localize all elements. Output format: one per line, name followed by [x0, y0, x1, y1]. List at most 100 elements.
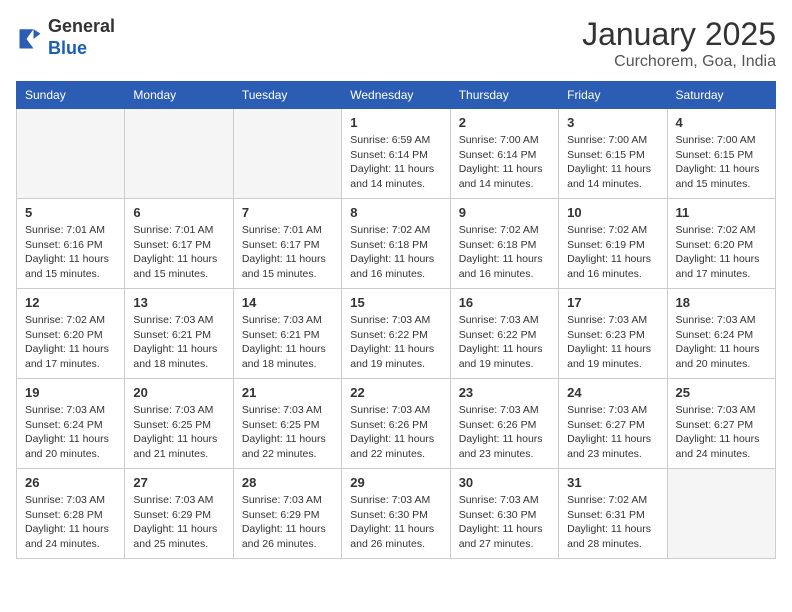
day-cell [667, 469, 775, 559]
day-info: Sunrise: 7:00 AMSunset: 6:14 PMDaylight:… [459, 133, 550, 192]
day-info: Sunrise: 7:03 AMSunset: 6:25 PMDaylight:… [242, 403, 333, 462]
day-cell: 19Sunrise: 7:03 AMSunset: 6:24 PMDayligh… [17, 379, 125, 469]
day-cell: 22 Sunrise: 7:03 AMSunset: 6:26 PMDayligh… [342, 379, 450, 469]
day-cell: 8 Sunrise: 7:02 AMSunset: 6:18 PMDaylight… [342, 199, 450, 289]
day-cell: 11Sunrise: 7:02 AMSunset: 6:20 PMDayligh… [667, 199, 775, 289]
header-row: SundayMondayTuesdayWednesdayThursdayFrid… [17, 82, 776, 109]
day-cell [125, 109, 233, 199]
day-cell: 30Sunrise: 7:03 AMSunset: 6:30 PMDayligh… [450, 469, 558, 559]
day-info: Sunrise: 7:03 AMSunset: 6:25 PMDaylight:… [133, 403, 224, 462]
day-cell: 1 Sunrise: 6:59 AMSunset: 6:14 PMDaylight… [342, 109, 450, 199]
day-info: Sunrise: 7:03 AMSunset: 6:26 PMDaylight:… [459, 403, 550, 462]
day-number: 20 [133, 385, 224, 400]
day-cell: 18 Sunrise: 7:03 AMSunset: 6:24 PMDayligh… [667, 289, 775, 379]
week-row: 5 Sunrise: 7:01 AMSunset: 6:16 PMDaylight… [17, 199, 776, 289]
day-info: Sunrise: 7:03 AMSunset: 6:22 PMDaylight:… [350, 313, 441, 372]
day-info: Sunrise: 7:00 AMSunset: 6:15 PMDaylight:… [567, 133, 658, 192]
header-day: Monday [125, 82, 233, 109]
day-info: Sunrise: 7:01 AMSunset: 6:17 PMDaylight:… [242, 223, 333, 282]
calendar-title: January 2025 [582, 16, 776, 53]
day-cell [233, 109, 341, 199]
logo-general-text: General [48, 16, 115, 38]
day-number: 3 [567, 115, 658, 130]
day-number: 29 [350, 475, 441, 490]
header-day: Saturday [667, 82, 775, 109]
week-row: 12Sunrise: 7:02 AMSunset: 6:20 PMDayligh… [17, 289, 776, 379]
day-cell: 7 Sunrise: 7:01 AMSunset: 6:17 PMDaylight… [233, 199, 341, 289]
day-cell: 15 Sunrise: 7:03 AMSunset: 6:22 PMDayligh… [342, 289, 450, 379]
header-day: Friday [559, 82, 667, 109]
day-number: 14 [242, 295, 333, 310]
day-cell: 16 Sunrise: 7:03 AMSunset: 6:22 PMDayligh… [450, 289, 558, 379]
day-cell [17, 109, 125, 199]
day-cell: 24 Sunrise: 7:03 AMSunset: 6:27 PMDayligh… [559, 379, 667, 469]
day-number: 13 [133, 295, 224, 310]
day-cell: 4Sunrise: 7:00 AMSunset: 6:15 PMDaylight… [667, 109, 775, 199]
day-number: 25 [676, 385, 767, 400]
day-number: 5 [25, 205, 116, 220]
day-number: 2 [459, 115, 550, 130]
day-number: 28 [242, 475, 333, 490]
day-number: 10 [567, 205, 658, 220]
week-row: 26 Sunrise: 7:03 AMSunset: 6:28 PMDayligh… [17, 469, 776, 559]
calendar-table: SundayMondayTuesdayWednesdayThursdayFrid… [16, 81, 776, 559]
day-cell: 5 Sunrise: 7:01 AMSunset: 6:16 PMDaylight… [17, 199, 125, 289]
day-number: 15 [350, 295, 441, 310]
day-number: 6 [133, 205, 224, 220]
day-info: Sunrise: 7:01 AMSunset: 6:17 PMDaylight:… [133, 223, 224, 282]
day-info: Sunrise: 6:59 AMSunset: 6:14 PMDaylight:… [350, 133, 441, 192]
day-number: 26 [25, 475, 116, 490]
title-block: January 2025 Curchorem, Goa, India [582, 16, 776, 71]
day-number: 8 [350, 205, 441, 220]
day-info: Sunrise: 7:02 AMSunset: 6:18 PMDaylight:… [459, 223, 550, 282]
day-number: 16 [459, 295, 550, 310]
day-info: Sunrise: 7:02 AMSunset: 6:31 PMDaylight:… [567, 493, 658, 552]
day-number: 1 [350, 115, 441, 130]
day-info: Sunrise: 7:03 AMSunset: 6:22 PMDaylight:… [459, 313, 550, 372]
day-number: 27 [133, 475, 224, 490]
day-cell: 26 Sunrise: 7:03 AMSunset: 6:28 PMDayligh… [17, 469, 125, 559]
day-number: 4 [676, 115, 767, 130]
day-info: Sunrise: 7:01 AMSunset: 6:16 PMDaylight:… [25, 223, 116, 282]
page-header: General Blue January 2025 Curchorem, Goa… [16, 16, 776, 71]
day-cell: 3 Sunrise: 7:00 AMSunset: 6:15 PMDaylight… [559, 109, 667, 199]
week-row: 1 Sunrise: 6:59 AMSunset: 6:14 PMDaylight… [17, 109, 776, 199]
day-cell: 17Sunrise: 7:03 AMSunset: 6:23 PMDayligh… [559, 289, 667, 379]
week-row: 19Sunrise: 7:03 AMSunset: 6:24 PMDayligh… [17, 379, 776, 469]
day-number: 12 [25, 295, 116, 310]
header-day: Thursday [450, 82, 558, 109]
day-cell: 20 Sunrise: 7:03 AMSunset: 6:25 PMDayligh… [125, 379, 233, 469]
day-info: Sunrise: 7:03 AMSunset: 6:21 PMDaylight:… [133, 313, 224, 372]
day-cell: 9Sunrise: 7:02 AMSunset: 6:18 PMDaylight… [450, 199, 558, 289]
logo-blue-text: Blue [48, 38, 115, 60]
day-info: Sunrise: 7:02 AMSunset: 6:18 PMDaylight:… [350, 223, 441, 282]
day-number: 24 [567, 385, 658, 400]
day-cell: 31 Sunrise: 7:02 AMSunset: 6:31 PMDayligh… [559, 469, 667, 559]
day-number: 7 [242, 205, 333, 220]
day-info: Sunrise: 7:03 AMSunset: 6:21 PMDaylight:… [242, 313, 333, 372]
day-cell: 21Sunrise: 7:03 AMSunset: 6:25 PMDayligh… [233, 379, 341, 469]
day-cell: 27 Sunrise: 7:03 AMSunset: 6:29 PMDayligh… [125, 469, 233, 559]
logo: General Blue [16, 16, 115, 59]
day-info: Sunrise: 7:03 AMSunset: 6:28 PMDaylight:… [25, 493, 116, 552]
day-info: Sunrise: 7:03 AMSunset: 6:29 PMDaylight:… [133, 493, 224, 552]
day-info: Sunrise: 7:03 AMSunset: 6:30 PMDaylight:… [350, 493, 441, 552]
day-info: Sunrise: 7:03 AMSunset: 6:26 PMDaylight:… [350, 403, 441, 462]
header-day: Sunday [17, 82, 125, 109]
day-info: Sunrise: 7:03 AMSunset: 6:29 PMDaylight:… [242, 493, 333, 552]
calendar-subtitle: Curchorem, Goa, India [582, 53, 776, 71]
day-cell: 29 Sunrise: 7:03 AMSunset: 6:30 PMDayligh… [342, 469, 450, 559]
day-cell: 10Sunrise: 7:02 AMSunset: 6:19 PMDayligh… [559, 199, 667, 289]
day-cell: 12Sunrise: 7:02 AMSunset: 6:20 PMDayligh… [17, 289, 125, 379]
day-info: Sunrise: 7:03 AMSunset: 6:24 PMDaylight:… [25, 403, 116, 462]
day-cell: 13 Sunrise: 7:03 AMSunset: 6:21 PMDayligh… [125, 289, 233, 379]
day-cell: 2 Sunrise: 7:00 AMSunset: 6:14 PMDaylight… [450, 109, 558, 199]
day-cell: 14 Sunrise: 7:03 AMSunset: 6:21 PMDayligh… [233, 289, 341, 379]
day-number: 31 [567, 475, 658, 490]
day-number: 22 [350, 385, 441, 400]
day-number: 18 [676, 295, 767, 310]
day-info: Sunrise: 7:03 AMSunset: 6:27 PMDaylight:… [567, 403, 658, 462]
day-cell: 28 Sunrise: 7:03 AMSunset: 6:29 PMDayligh… [233, 469, 341, 559]
day-info: Sunrise: 7:03 AMSunset: 6:24 PMDaylight:… [676, 313, 767, 372]
header-day: Wednesday [342, 82, 450, 109]
